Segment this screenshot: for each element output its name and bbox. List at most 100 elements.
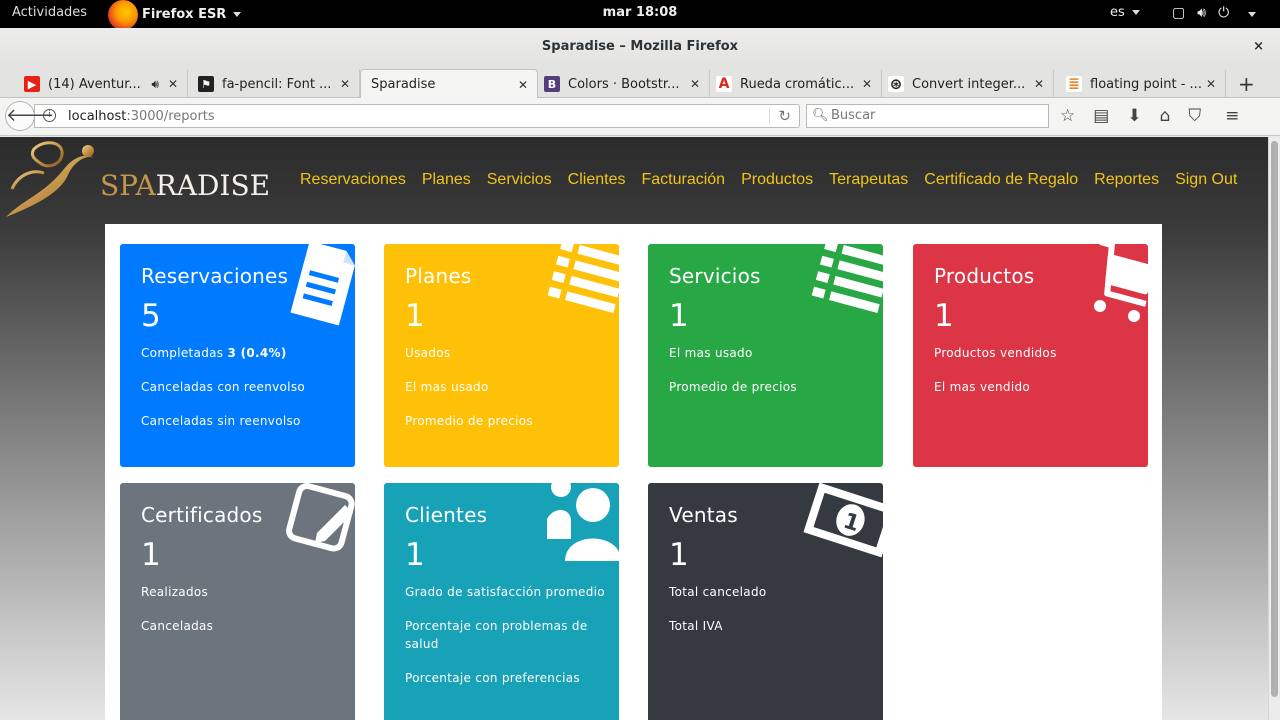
scrollbar-thumb[interactable] xyxy=(1271,141,1278,697)
tab-close-icon[interactable]: ✕ xyxy=(335,77,355,91)
card-clientes: Clientes 1 Grado de satisfacción promedi… xyxy=(384,483,619,720)
speaker-icon[interactable]: 🔊︎ xyxy=(151,77,159,92)
tab-bootstrap[interactable]: B Colors · Bootstr... ✕ xyxy=(538,70,710,98)
sparadise-logo[interactable]: SPARADISE xyxy=(4,139,270,223)
activities-button[interactable]: Actividades xyxy=(12,5,87,20)
tab-close-icon[interactable]: ✕ xyxy=(513,78,533,92)
card-count: 5 xyxy=(141,298,161,334)
card-line: Canceladas xyxy=(141,619,214,633)
back-button[interactable]: 🡐 xyxy=(5,101,54,131)
toolbar-icons: ☆ ▤ ⬇ ⌂ ⛉ ≡ xyxy=(1060,106,1239,126)
tab-close-icon[interactable]: ✕ xyxy=(1029,77,1049,91)
reload-icon[interactable]: ↻ xyxy=(769,107,791,125)
app-menu[interactable]: Firefox ESR xyxy=(108,0,242,30)
card-line: El mas usado xyxy=(669,346,753,360)
list-icon xyxy=(811,244,883,313)
card-line: Total cancelado xyxy=(669,585,767,599)
tab-youtube[interactable]: ▶ (14) Aventur... 🔊︎ ✕ xyxy=(0,70,188,98)
tab-strip: ▶ (14) Aventur... 🔊︎ ✕ ⚑ fa-pencil: Font… xyxy=(0,66,1280,99)
reports-panel: Reservaciones 5 Completadas 3 (0.4%) Can… xyxy=(105,224,1162,720)
window-icon: ▢ xyxy=(1172,5,1186,21)
tab-label: Sparadise xyxy=(371,77,436,92)
tab-label: Colors · Bootstr... xyxy=(568,76,680,92)
language-indicator[interactable]: es xyxy=(1110,5,1140,20)
card-line: Promedio de precios xyxy=(669,380,797,394)
menu-icon[interactable]: ≡ xyxy=(1225,106,1239,126)
card-line: Porcentaje con problemas de salud xyxy=(405,619,588,651)
card-title: Productos xyxy=(934,264,1035,288)
card-line: El mas usado xyxy=(405,380,489,394)
main-nav: Reservaciones Planes Servicios Clientes … xyxy=(300,171,1237,189)
firefox-icon xyxy=(108,0,138,30)
card-title: Ventas xyxy=(669,503,738,527)
tab-label: Rueda cromátic... xyxy=(740,76,855,92)
card-line: Promedio de precios xyxy=(405,414,533,428)
tab-close-icon[interactable]: ✕ xyxy=(163,77,183,91)
page-scrollbar[interactable] xyxy=(1268,137,1280,720)
card-line: Usados xyxy=(405,346,451,360)
power-icon: ⏻ xyxy=(1218,5,1230,21)
tab-font-awesome[interactable]: ⚑ fa-pencil: Font ... ✕ xyxy=(188,70,360,98)
shopping-cart-icon xyxy=(1094,244,1148,322)
nav-terapeutas[interactable]: Terapeutas xyxy=(829,171,908,189)
url-text: localhost:3000/reports xyxy=(68,109,215,124)
chevron-down-icon xyxy=(1248,12,1257,17)
app-name: Firefox ESR xyxy=(142,6,227,22)
pencil-square-icon xyxy=(286,483,355,552)
tab-adobe[interactable]: A Rueda cromátic... ✕ xyxy=(710,70,882,98)
card-count: 1 xyxy=(405,537,425,573)
tab-convert[interactable]: ⊛ Convert integer... ✕ xyxy=(882,70,1054,98)
nav-reservaciones[interactable]: Reservaciones xyxy=(300,171,406,189)
window-title-bar: Sparadise – Mozilla Firefox × xyxy=(0,28,1280,66)
card-reservaciones: Reservaciones 5 Completadas 3 (0.4%) Can… xyxy=(120,244,355,467)
chevron-down-icon xyxy=(1131,10,1140,15)
search-input[interactable]: 🔍︎ Buscar xyxy=(806,104,1049,128)
nav-productos[interactable]: Productos xyxy=(741,171,813,189)
window-close-button[interactable]: × xyxy=(1253,28,1264,66)
nav-reportes[interactable]: Reportes xyxy=(1094,171,1159,189)
new-tab-button[interactable]: + xyxy=(1238,72,1255,96)
tab-close-icon[interactable]: ✕ xyxy=(1201,77,1221,91)
reading-list-icon[interactable]: ▤ xyxy=(1093,106,1109,126)
nav-certificado-regalo[interactable]: Certificado de Regalo xyxy=(924,171,1078,189)
adobe-icon: A xyxy=(716,76,732,92)
tab-sparadise[interactable]: Sparadise ✕ xyxy=(360,69,538,99)
url-bar[interactable]: i localhost:3000/reports ↻ xyxy=(34,104,800,128)
tab-label: (14) Aventur... xyxy=(48,76,141,92)
nav-servicios[interactable]: Servicios xyxy=(487,171,552,189)
flag-icon: ⚑ xyxy=(198,76,214,92)
nav-facturacion[interactable]: Facturación xyxy=(641,171,725,189)
tab-stackoverflow[interactable]: ≣ floating point - ... ✕ xyxy=(1054,70,1226,98)
chevron-down-icon xyxy=(233,11,242,17)
card-count: 1 xyxy=(669,298,689,334)
gnome-top-bar: Actividades Firefox ESR mar 18:08 es ▢ 🔊… xyxy=(0,0,1280,30)
card-title: Planes xyxy=(405,264,472,288)
tab-label: fa-pencil: Font ... xyxy=(222,76,332,92)
card-title: Clientes xyxy=(405,503,488,527)
card-certificados: Certificados 1 Realizados Canceladas xyxy=(120,483,355,720)
youtube-icon: ▶ xyxy=(24,76,40,92)
home-icon[interactable]: ⌂ xyxy=(1160,106,1171,126)
users-icon xyxy=(547,483,619,561)
card-line: El mas vendido xyxy=(934,380,1031,394)
card-productos: Productos 1 Productos vendidos El mas ve… xyxy=(913,244,1148,467)
pocket-icon[interactable]: ⛉ xyxy=(1188,106,1201,126)
nav-sign-out[interactable]: Sign Out xyxy=(1175,171,1237,189)
tab-close-icon[interactable]: ✕ xyxy=(857,77,877,91)
aperture-icon: ⊛ xyxy=(888,75,904,93)
tab-close-icon[interactable]: ✕ xyxy=(685,77,705,91)
url-host: localhost xyxy=(68,109,127,124)
card-ventas: 1 Ventas 1 Total cancelado Total IVA xyxy=(648,483,883,720)
page-content: SPARADISE Reservaciones Planes Servicios… xyxy=(0,137,1268,720)
system-menu[interactable]: ▢ 🔊︎ ⏻ xyxy=(1172,5,1257,21)
card-title: Certificados xyxy=(141,503,263,527)
nav-planes[interactable]: Planes xyxy=(422,171,471,189)
card-title: Servicios xyxy=(669,264,761,288)
document-icon xyxy=(290,244,355,326)
card-line: Completadas 3 (0.4%) xyxy=(141,346,287,360)
card-title: Reservaciones xyxy=(141,264,289,288)
download-icon[interactable]: ⬇ xyxy=(1127,106,1141,126)
url-path: :3000/reports xyxy=(126,109,215,124)
nav-clientes[interactable]: Clientes xyxy=(568,171,626,189)
bookmark-star-icon[interactable]: ☆ xyxy=(1060,106,1075,126)
